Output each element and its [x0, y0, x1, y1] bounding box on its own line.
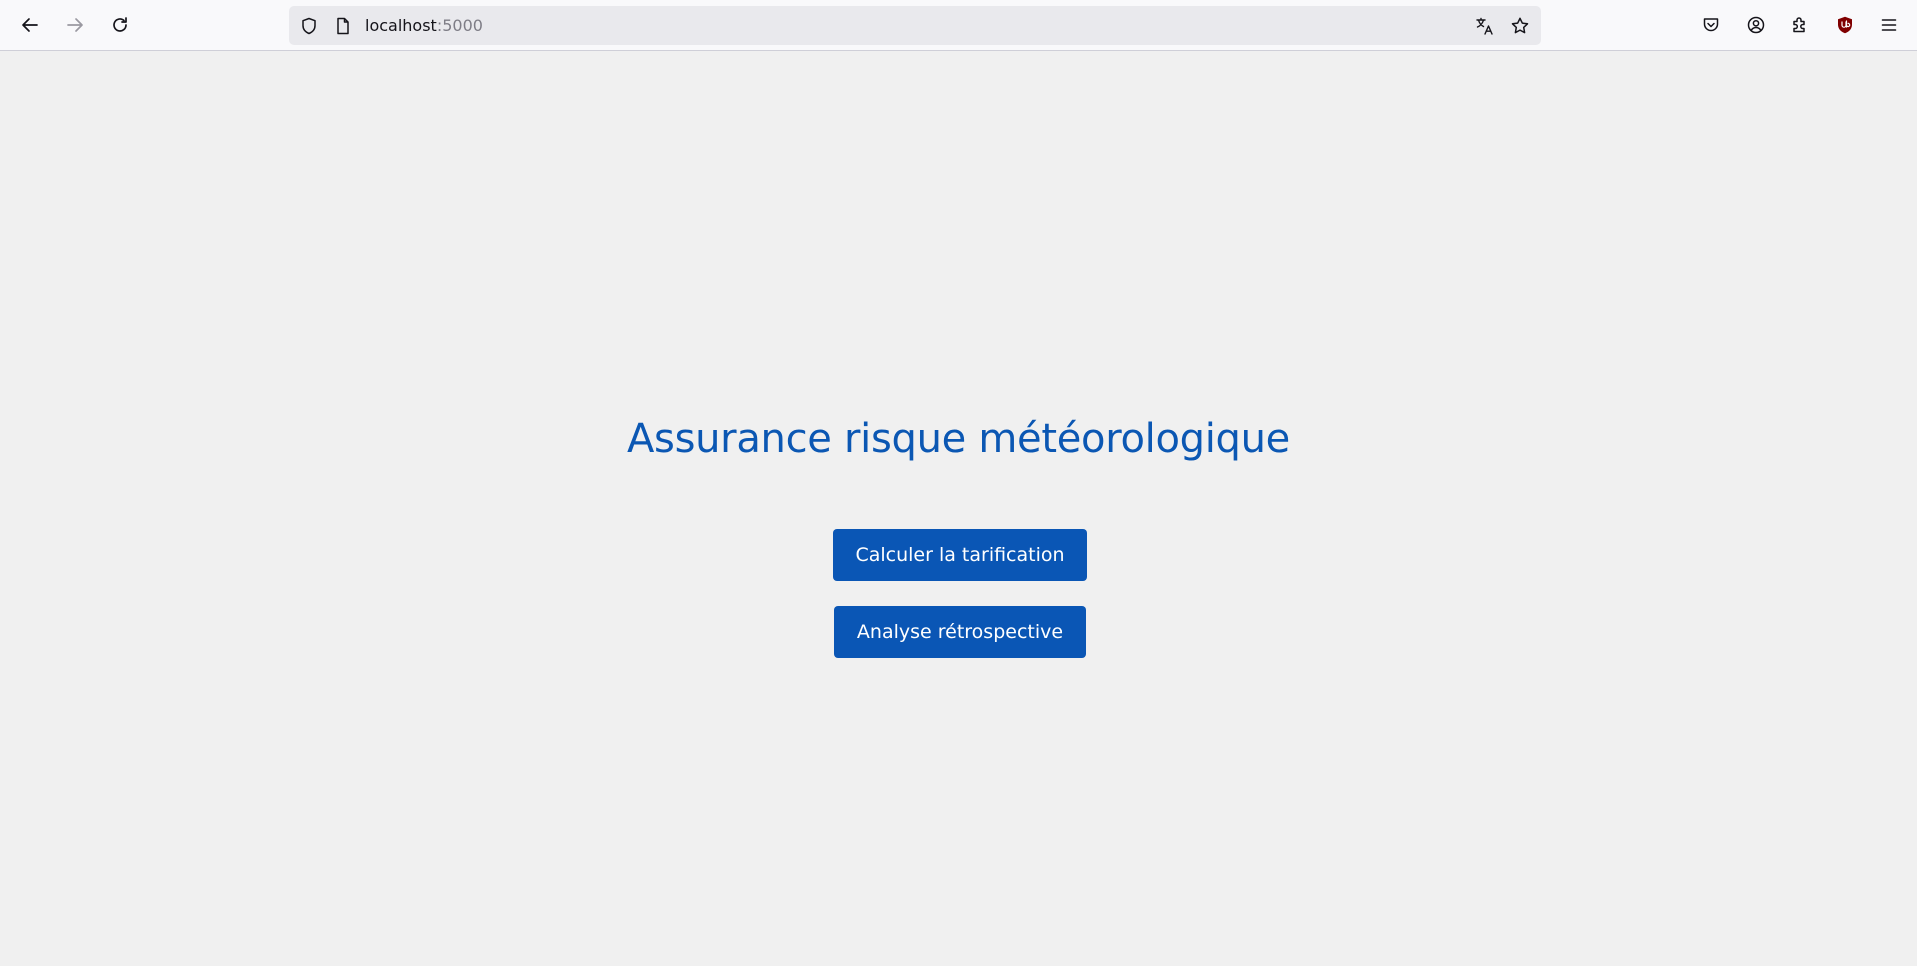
- bookmark-button[interactable]: [1509, 15, 1531, 37]
- page-info-button[interactable]: [332, 15, 354, 37]
- ublock-origin-icon: [1838, 16, 1852, 34]
- url-port: :5000: [436, 16, 483, 35]
- browser-toolbar: localhost:5000: [0, 0, 1917, 51]
- reload-icon: [113, 17, 127, 32]
- pocket-icon: [1703, 18, 1719, 32]
- url-text[interactable]: localhost:5000: [365, 6, 483, 45]
- account-button[interactable]: [1739, 8, 1773, 42]
- url-host: localhost: [365, 16, 437, 35]
- page-icon: [337, 17, 349, 35]
- page-title: Assurance risque météorologique: [626, 416, 1290, 462]
- url-bar[interactable]: localhost:5000: [289, 6, 1541, 45]
- pocket-button[interactable]: [1694, 8, 1728, 42]
- extensions-button[interactable]: [1783, 8, 1817, 42]
- retrospective-analysis-button[interactable]: Analyse rétrospective: [834, 606, 1086, 658]
- arrow-left-icon: [22, 18, 38, 32]
- account-icon: [1747, 16, 1765, 34]
- translate-button[interactable]: [1474, 15, 1496, 37]
- app-menu-button[interactable]: [1872, 8, 1906, 42]
- arrow-right-icon: [67, 18, 83, 32]
- translate-icon: [1476, 17, 1493, 35]
- tracking-protection-shield-icon: [302, 17, 316, 35]
- tracking-protection-button[interactable]: [298, 15, 320, 37]
- forward-button[interactable]: [58, 8, 92, 42]
- page-content: Assurance risque météorologique: [0, 51, 1917, 966]
- extensions-puzzle-icon: [1793, 17, 1805, 33]
- hamburger-menu-icon: [1881, 19, 1897, 31]
- reload-button[interactable]: [103, 8, 137, 42]
- back-button[interactable]: [13, 8, 47, 42]
- star-icon: [1511, 17, 1529, 34]
- ublock-button[interactable]: [1828, 8, 1862, 42]
- calculate-pricing-button[interactable]: Calculer la tarification: [833, 529, 1087, 581]
